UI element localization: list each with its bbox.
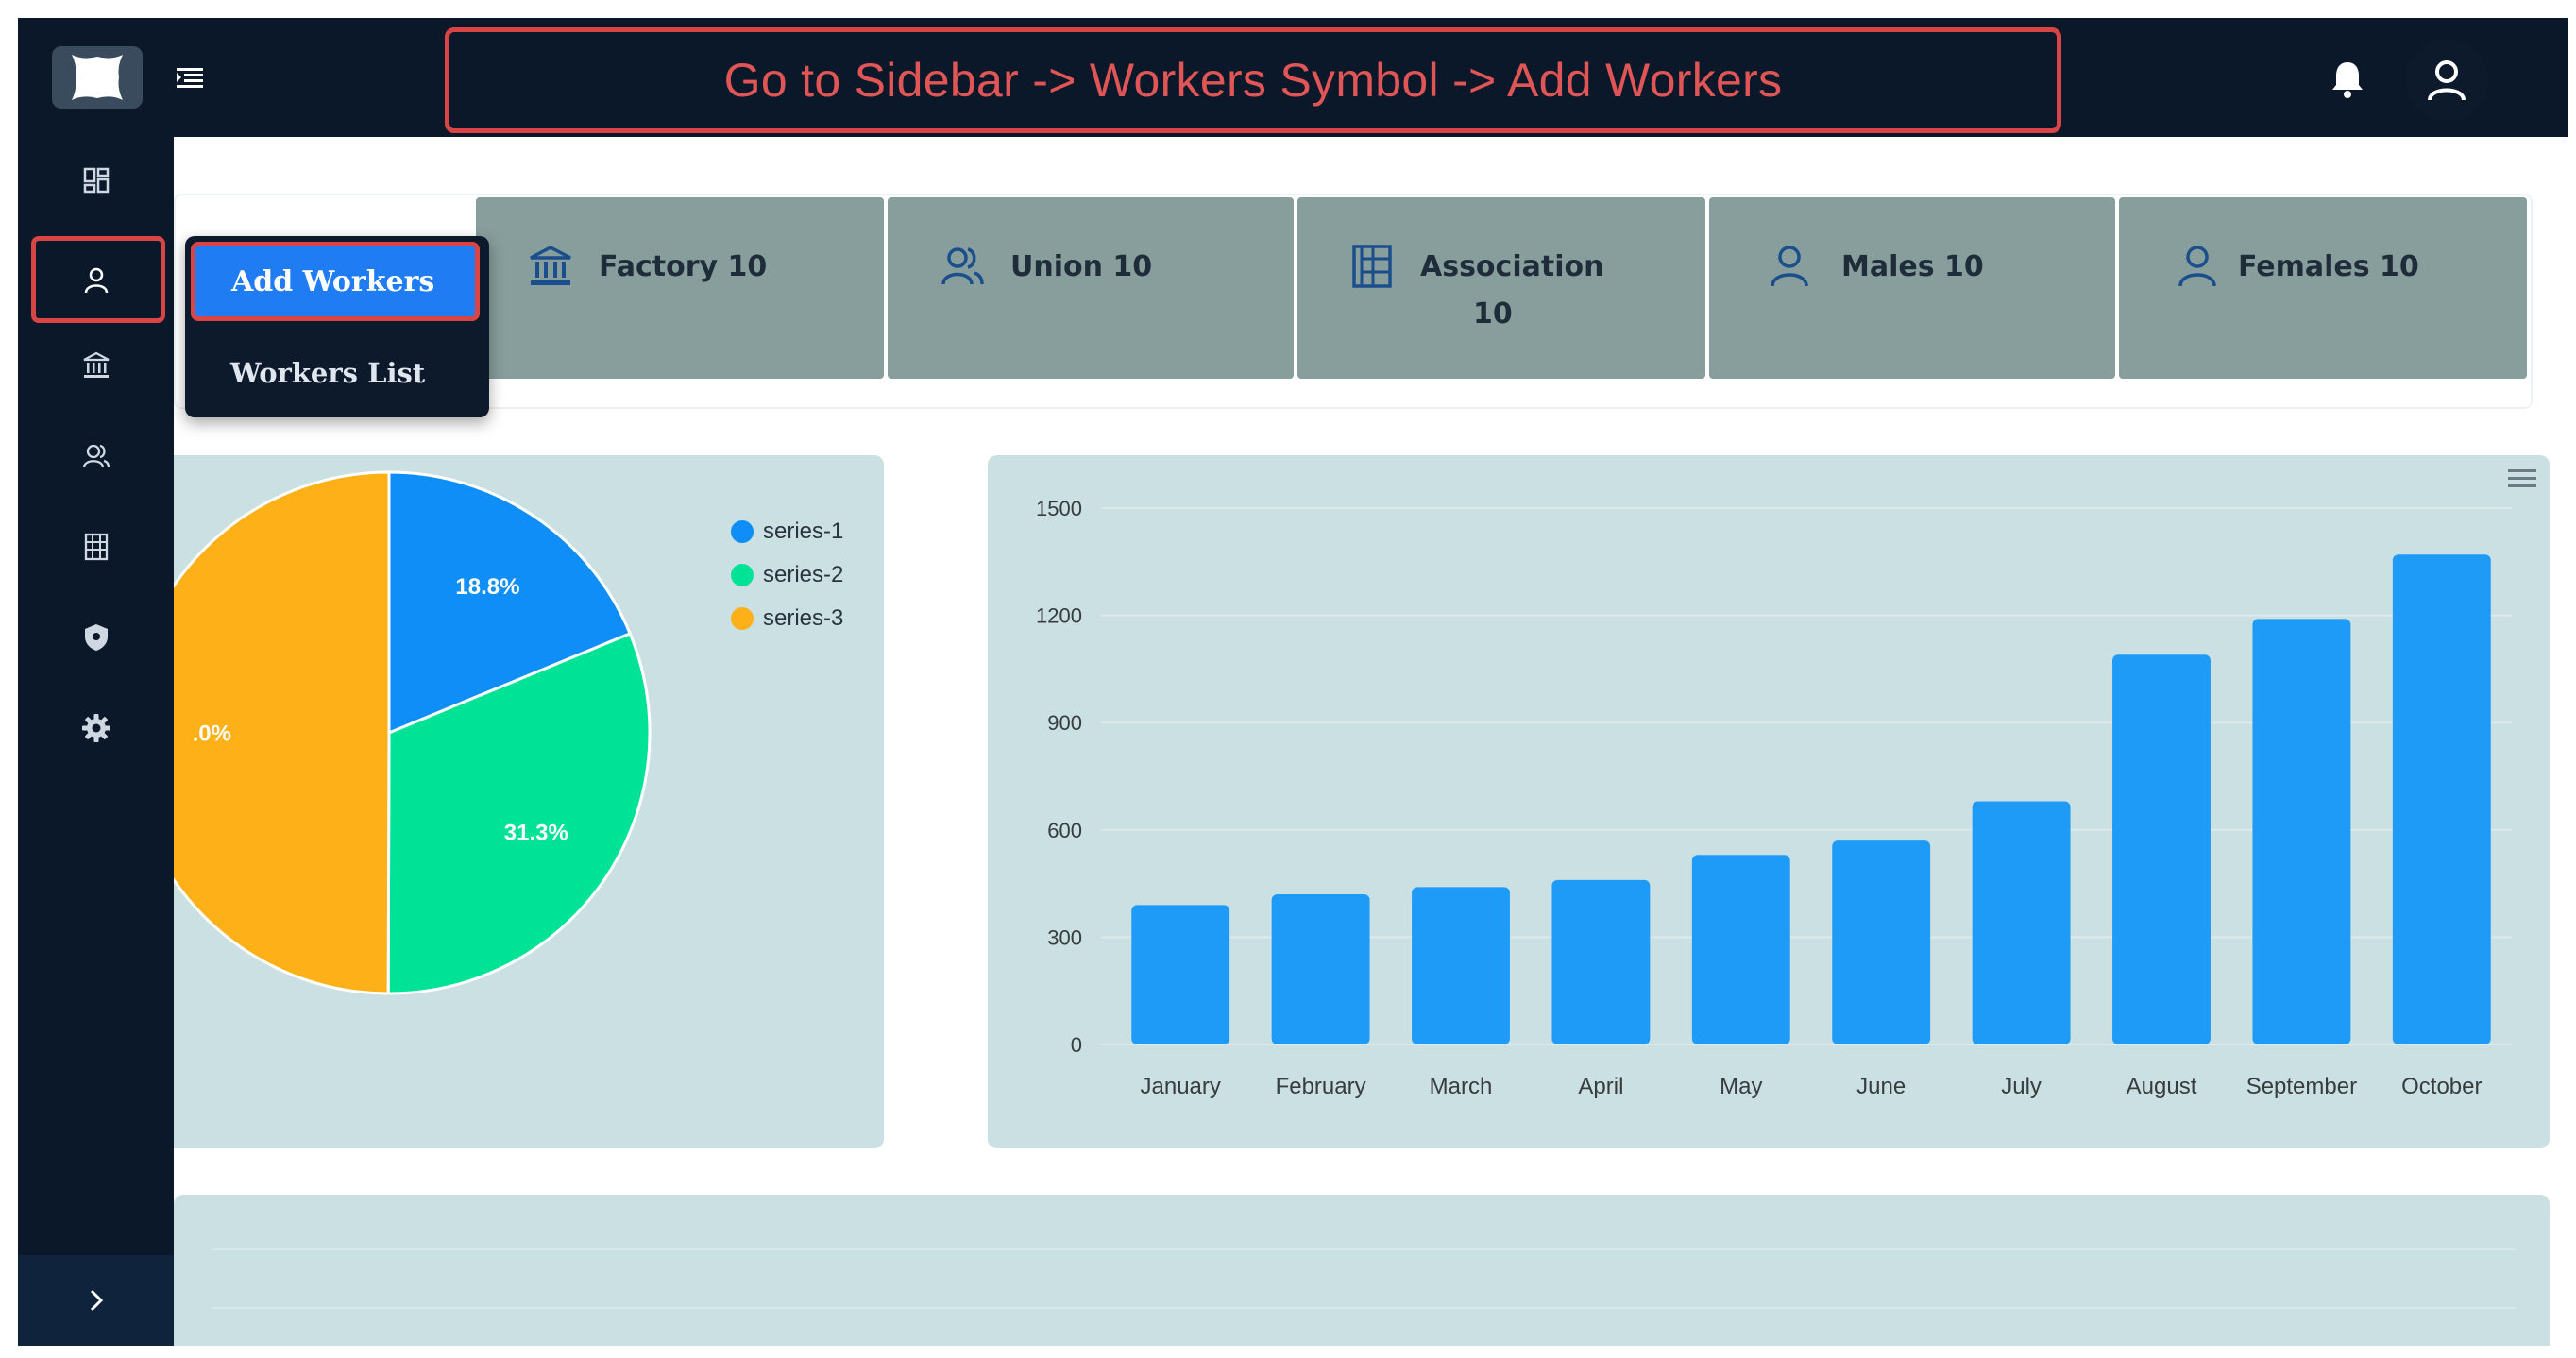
chart-menu-icon[interactable] [2506,467,2538,491]
pie-slice-label: 31.3% [504,821,568,846]
bar[interactable] [1271,893,1370,1044]
top-navbar: Go to Sidebar -> Workers Symbol -> Add W… [18,18,2568,137]
x-tick-label: March [1430,1074,1493,1099]
x-tick-label: August [2127,1074,2197,1099]
stat-label: Association [1420,250,1604,283]
bank-icon [530,246,571,285]
leather-logo-icon [72,55,123,100]
instruction-banner: Go to Sidebar -> Workers Symbol -> Add W… [445,27,2061,133]
legend-item[interactable]: series-1 [731,510,843,553]
bar[interactable] [1972,801,2071,1044]
workers-list-menu-item[interactable]: Workers List [191,340,480,406]
sidebar-item-factory[interactable] [18,337,174,394]
x-tick-label: October [2401,1074,2482,1099]
dashboard-icon [83,167,109,194]
bar[interactable] [2112,654,2211,1044]
stat-card-union[interactable]: Union 10 [888,197,1294,379]
stat-card-males[interactable]: Males 10 [1709,197,2115,379]
stat-label: Union 10 [1010,250,1153,283]
bar[interactable] [1131,905,1230,1044]
y-tick-label: 600 [1047,819,1082,842]
bar[interactable] [1551,879,1651,1044]
sidebar-item-union[interactable] [18,428,174,484]
stat-label: Factory 10 [599,250,768,283]
legend-dot [731,520,754,543]
chevron-right-icon [90,1289,103,1312]
pie-legend: series-1 series-2 series-3 [731,510,843,640]
y-tick-label: 1500 [1036,497,1082,520]
gear-icon [81,714,110,742]
x-tick-label: September [2246,1074,2357,1099]
legend-label: series-2 [763,562,844,587]
y-tick-label: 0 [1071,1033,1082,1057]
bank-icon [82,351,110,378]
bar-chart: 1500 1200 900 600 300 0 January February March Ap… [1036,497,2512,1099]
notification-bell-icon[interactable] [2324,56,2371,103]
x-tick-label: May [1720,1074,1762,1099]
building-grid-icon [84,533,108,561]
menu-toggle-icon[interactable] [171,59,209,97]
legend-label: series-1 [763,518,844,544]
users-icon [941,247,984,285]
stat-label: Males 10 [1841,250,1984,283]
users-icon [82,444,110,468]
sidebar-item-association[interactable] [18,518,174,575]
legend-item[interactable]: series-3 [731,597,843,640]
pie-slice-label: .0% [193,721,231,747]
bar[interactable] [2392,554,2491,1044]
bar[interactable] [2252,619,2351,1044]
legend-dot [731,607,754,630]
x-tick-label: April [1578,1074,1623,1099]
x-tick-label: June [1856,1074,1906,1099]
sidebar-item-settings[interactable] [18,700,174,756]
stat-card-factory[interactable]: Factory 10 [476,197,884,379]
user-avatar-icon[interactable] [2405,39,2488,122]
add-workers-menu-item[interactable]: Add Workers [191,242,480,321]
instruction-text: Go to Sidebar -> Workers Symbol -> Add W… [723,54,1783,107]
user-icon [2178,246,2216,287]
bar[interactable] [1832,840,1931,1044]
legend-label: series-3 [763,605,844,631]
sidebar-item-dashboard[interactable] [18,152,174,209]
y-tick-label: 1200 [1036,604,1082,628]
stats-row: Factory 10 Union 10 Association 10 Males… [174,194,2533,409]
legend-item[interactable]: series-2 [731,553,843,597]
user-icon [1771,246,1808,287]
bar[interactable] [1412,887,1510,1044]
sidebar [18,137,174,1346]
workers-dropdown-menu: Add Workers Workers List [185,236,489,417]
y-tick-label: 900 [1047,711,1082,735]
workers-highlight-box [31,236,165,323]
pie-chart-panel: 18.8% 31.3% .0% series-1 series-2 series-3 [174,455,884,1148]
stat-card-females[interactable]: Females 10 [2119,197,2527,379]
bottom-chart-panel [174,1195,2550,1346]
app-logo[interactable] [52,46,143,109]
pie-slice-label: 18.8% [455,574,519,600]
stat-label: Females 10 [2238,250,2419,283]
stat-card-association[interactable]: Association 10 [1297,197,1705,379]
sidebar-expand-button[interactable] [18,1255,174,1346]
workers-list-label: Workers List [230,357,426,389]
x-tick-label: February [1276,1074,1366,1099]
y-tick-label: 300 [1047,925,1082,949]
bar-chart-panel: 1500 1200 900 600 300 0 January February March Ap… [988,455,2550,1148]
x-tick-label: July [2001,1074,2042,1099]
bar[interactable] [1691,855,1790,1044]
bottom-chart-grid [212,1248,2516,1309]
sidebar-item-security[interactable] [18,609,174,666]
add-workers-label: Add Workers [231,264,435,298]
x-tick-label: January [1141,1074,1221,1099]
building-grid-icon [1352,245,1392,288]
shield-icon [84,624,108,651]
legend-dot [731,564,754,586]
stat-label-value: 10 [1473,297,1513,331]
